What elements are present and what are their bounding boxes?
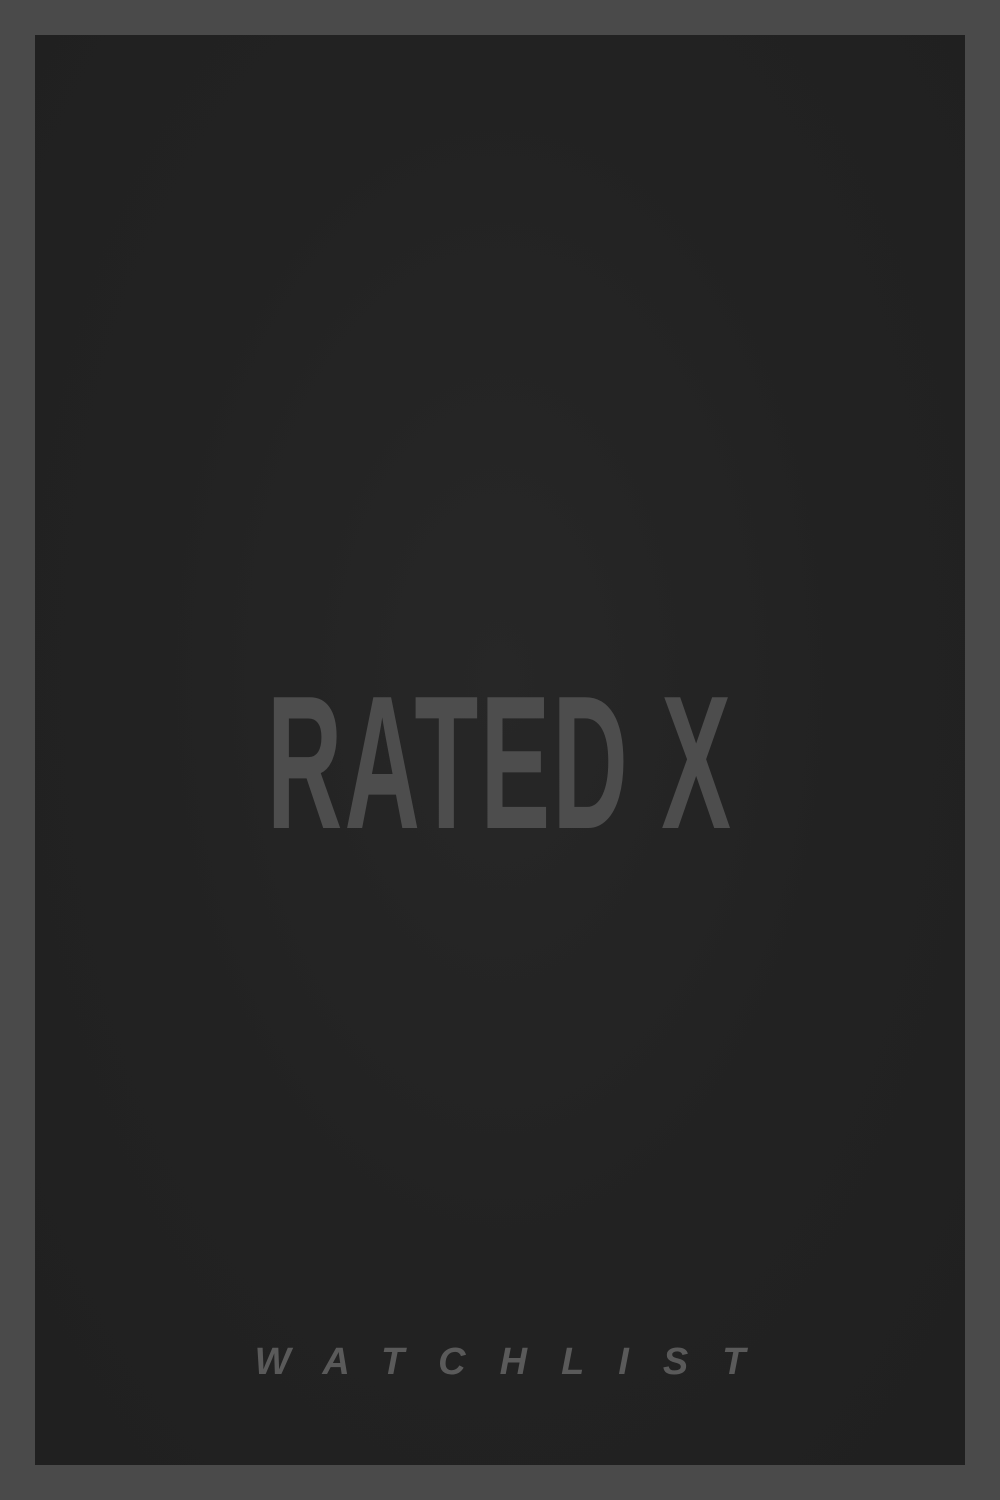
poster-frame: RATED X WATCHLIST [0,0,1000,1500]
watchlist-label: WATCHLIST [254,1341,780,1383]
poster-title: RATED X [266,657,734,869]
poster-card[interactable]: RATED X WATCHLIST [35,35,965,1465]
